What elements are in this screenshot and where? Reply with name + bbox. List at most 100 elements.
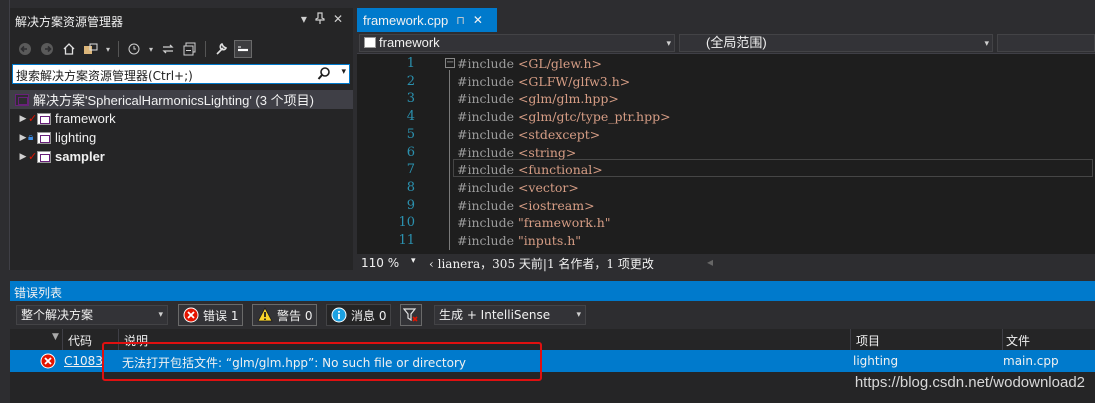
messages-toggle-button[interactable]: 消息 0: [326, 304, 392, 326]
tab-framework-cpp[interactable]: framework.cpp ⊓ ✕: [357, 8, 497, 32]
code-line[interactable]: #include <GLFW/glfw3.h>: [457, 74, 630, 89]
code-editor[interactable]: 1 #include <GL/glew.h> 2 #include <GLFW/glf…: [357, 54, 1095, 254]
include-directive: #include: [457, 73, 518, 89]
solution-icon: [15, 93, 29, 106]
zoom-dropdown-icon[interactable]: ▾: [411, 256, 416, 266]
tab-close-icon[interactable]: ✕: [473, 13, 483, 27]
include-directive: #include: [457, 162, 518, 178]
include-path: "inputs.h": [517, 233, 582, 248]
git-info-text: lianera，305 天前|1 名作者，1 项更改: [437, 257, 654, 271]
expand-caret-icon[interactable]: ▶: [18, 151, 28, 162]
filter-icon: [403, 307, 419, 323]
zoom-level[interactable]: 110 %: [361, 256, 399, 270]
preview-selected-items-icon[interactable]: [234, 40, 252, 58]
solution-label: 解决方案'SphericalHarmonicsLighting' (3 个项目): [33, 93, 314, 108]
scope-filter-dropdown[interactable]: 整个解决方案 ▾: [16, 305, 168, 325]
solution-explorer-search-input[interactable]: 搜索解决方案资源管理器(Ctrl+;) ▾: [12, 64, 350, 84]
line-number: 10: [398, 215, 415, 231]
tab-pin-icon[interactable]: ⊓: [456, 14, 465, 27]
cpp-project-icon: [37, 131, 51, 144]
error-code-link[interactable]: C1083: [64, 354, 103, 368]
switch-views-icon[interactable]: [82, 40, 100, 58]
solution-node[interactable]: 解决方案'SphericalHarmonicsLighting' (3 个项目): [10, 90, 353, 109]
solution-explorer: 解决方案资源管理器 ▾ ✕ ▾ ▾ 搜索解决方案资源管理器(Ctrl+;) ▾ …: [10, 8, 353, 270]
include-directive: #include: [457, 215, 518, 231]
warnings-toggle-button[interactable]: 警告 0: [252, 304, 318, 326]
code-line[interactable]: #include <glm/gtc/type_ptr.hpp>: [457, 109, 671, 124]
sync-icon[interactable]: [159, 40, 177, 58]
error-icon: [40, 353, 56, 369]
search-icon[interactable]: [317, 66, 331, 82]
scope-dropdown[interactable]: (全局范围) ▾: [679, 34, 993, 52]
cpp-project-icon: [37, 112, 51, 125]
sort-indicator-icon[interactable]: ▼: [52, 332, 59, 342]
back-icon[interactable]: [16, 40, 34, 58]
pending-edit-check-icon: ✓: [28, 151, 38, 163]
project-node-sampler[interactable]: ▶ ✓ sampler: [10, 147, 353, 166]
include-directive: #include: [457, 179, 518, 195]
build-source-dropdown[interactable]: 生成 + IntelliSense ▾: [434, 305, 586, 325]
cpp-project-icon: [37, 150, 51, 163]
include-directive: #include: [457, 56, 518, 71]
error-file: main.cpp: [1003, 354, 1059, 368]
project-dropdown[interactable]: framework ▾: [359, 34, 675, 52]
code-line[interactable]: #include <functional>: [457, 162, 603, 177]
line-number: 4: [406, 109, 415, 125]
chevron-down-icon: ▾: [984, 38, 989, 48]
expand-caret-icon[interactable]: ▶: [18, 132, 28, 143]
search-options-dropdown-icon[interactable]: ▾: [341, 67, 346, 77]
pending-changes-filter-icon[interactable]: [125, 40, 143, 58]
codelens-git-info[interactable]: ‹ lianera，305 天前|1 名作者，1 项更改: [429, 255, 654, 272]
include-directive: #include: [457, 126, 518, 142]
line-number: 9: [406, 197, 415, 213]
window-buttons: ▾ ✕: [301, 12, 343, 26]
forward-icon[interactable]: [38, 40, 56, 58]
include-path: <stdexcept>: [517, 126, 601, 142]
fold-collapse-icon[interactable]: −: [445, 58, 455, 68]
code-line[interactable]: #include "inputs.h": [457, 233, 581, 248]
filter-button[interactable]: [400, 304, 422, 326]
collapse-all-icon[interactable]: [181, 40, 199, 58]
close-icon[interactable]: ✕: [333, 12, 343, 26]
code-line[interactable]: #include <string>: [457, 145, 576, 160]
include-path: <glm/gtc/type_ptr.hpp>: [517, 109, 671, 125]
code-line[interactable]: #include <GL/glew.h>: [457, 56, 602, 71]
switch-views-dropdown-icon[interactable]: ▾: [104, 40, 112, 58]
checked-in-lock-icon: 🔒︎: [28, 132, 34, 143]
include-directive: #include: [457, 109, 518, 125]
column-separator: [850, 329, 851, 350]
chevron-down-icon: ▾: [576, 310, 581, 320]
scope-dropdown-value: (全局范围): [706, 35, 767, 50]
code-line[interactable]: #include <iostream>: [457, 198, 595, 213]
expand-caret-icon[interactable]: ▶: [18, 113, 28, 124]
filter-dropdown-icon[interactable]: ▾: [147, 40, 155, 58]
properties-wrench-icon[interactable]: [212, 40, 230, 58]
line-number: 6: [406, 144, 415, 160]
line-number: 11: [398, 233, 415, 248]
member-dropdown[interactable]: [997, 34, 1095, 52]
project-label: framework: [55, 111, 116, 126]
error-list-toolbar: 整个解决方案 ▾ 错误 1 警告 0 消息 0 生成 + IntelliSens…: [10, 301, 1095, 329]
include-path: <glm/glm.hpp>: [517, 91, 619, 107]
project-node-lighting[interactable]: ▶ 🔒︎ lighting: [10, 128, 353, 147]
project-node-framework[interactable]: ▶ ✓ framework: [10, 109, 353, 128]
fold-guide-line: [449, 70, 450, 250]
code-line[interactable]: #include <vector>: [457, 180, 579, 195]
column-header-file[interactable]: 文件: [1006, 332, 1030, 349]
editor-navigation-bar: framework ▾ (全局范围) ▾: [357, 32, 1095, 54]
include-directive: #include: [457, 197, 518, 213]
pin-icon[interactable]: [315, 12, 325, 26]
pending-edit-check-icon: ✓: [28, 113, 38, 125]
line-number: 3: [406, 91, 415, 107]
column-header-project[interactable]: 项目: [856, 332, 880, 349]
code-line[interactable]: #include <glm/glm.hpp>: [457, 91, 619, 106]
scroll-left-icon[interactable]: ◂: [707, 255, 713, 269]
code-line[interactable]: #include "framework.h": [457, 215, 611, 230]
code-line[interactable]: #include <stdexcept>: [457, 127, 600, 142]
solution-explorer-toolbar: ▾ ▾: [10, 36, 353, 62]
home-icon[interactable]: [60, 40, 78, 58]
column-header-code[interactable]: 代码: [68, 332, 92, 349]
errors-toggle-button[interactable]: 错误 1: [178, 304, 244, 326]
window-menu-icon[interactable]: ▾: [301, 12, 307, 26]
error-icon: [183, 307, 199, 323]
